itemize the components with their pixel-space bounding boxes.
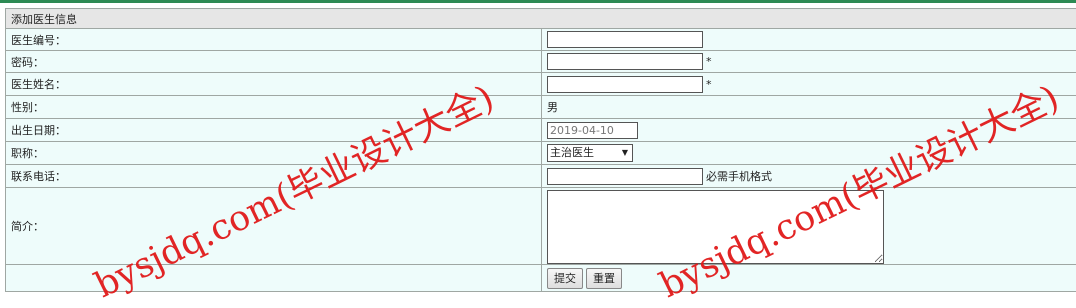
password-input[interactable] bbox=[547, 53, 703, 70]
name-label: 医生姓名： bbox=[6, 73, 542, 96]
phone-format-hint: 必需手机格式 bbox=[706, 170, 772, 183]
password-cell: * bbox=[542, 51, 1076, 73]
doctor-id-row: 医生编号： bbox=[6, 29, 1076, 51]
birthdate-input[interactable] bbox=[547, 122, 638, 139]
title-label: 职称： bbox=[6, 142, 542, 165]
submit-button[interactable]: 提交 bbox=[547, 268, 583, 289]
name-input[interactable] bbox=[547, 76, 703, 93]
gender-cell: 男 bbox=[542, 96, 1076, 119]
buttons-row-spacer bbox=[6, 265, 542, 292]
intro-label: 简介： bbox=[6, 188, 542, 265]
birthdate-cell bbox=[542, 119, 1076, 142]
phone-row: 联系电话： 必需手机格式 bbox=[6, 165, 1076, 188]
gender-option[interactable]: 男 bbox=[547, 101, 558, 114]
birthdate-row: 出生日期： bbox=[6, 119, 1076, 142]
doctor-id-input[interactable] bbox=[547, 31, 703, 48]
password-required-mark: * bbox=[706, 55, 712, 68]
name-row: 医生姓名： * bbox=[6, 73, 1076, 96]
form-title: 添加医生信息 bbox=[6, 9, 1076, 29]
buttons-row: 提交重置 bbox=[6, 265, 1076, 292]
title-select-value: 主治医生 bbox=[550, 146, 594, 159]
title-row: 职称： 主治医生 ▼ bbox=[6, 142, 1076, 165]
password-label: 密码： bbox=[6, 51, 542, 73]
intro-cell bbox=[542, 188, 1076, 265]
title-select[interactable]: 主治医生 ▼ bbox=[547, 144, 633, 162]
doctor-id-cell bbox=[542, 29, 1076, 51]
doctor-id-label: 医生编号： bbox=[6, 29, 542, 51]
top-accent-line bbox=[0, 0, 1076, 3]
reset-button[interactable]: 重置 bbox=[586, 268, 622, 289]
name-cell: * bbox=[542, 73, 1076, 96]
add-doctor-form: 添加医生信息 医生编号： 密码： * 医生姓名： * 性别： 男 出生日期： 职… bbox=[5, 8, 1076, 292]
gender-label: 性别： bbox=[6, 96, 542, 119]
gender-row: 性别： 男 bbox=[6, 96, 1076, 119]
phone-cell: 必需手机格式 bbox=[542, 165, 1076, 188]
dropdown-arrow-icon: ▼ bbox=[622, 145, 628, 161]
intro-row: 简介： bbox=[6, 188, 1076, 265]
title-cell: 主治医生 ▼ bbox=[542, 142, 1076, 165]
buttons-cell: 提交重置 bbox=[542, 265, 1076, 292]
birthdate-label: 出生日期： bbox=[6, 119, 542, 142]
password-row: 密码： * bbox=[6, 51, 1076, 73]
form-header-row: 添加医生信息 bbox=[6, 9, 1076, 29]
phone-label: 联系电话： bbox=[6, 165, 542, 188]
intro-textarea[interactable] bbox=[547, 190, 884, 264]
phone-input[interactable] bbox=[547, 168, 703, 185]
name-required-mark: * bbox=[706, 78, 712, 91]
